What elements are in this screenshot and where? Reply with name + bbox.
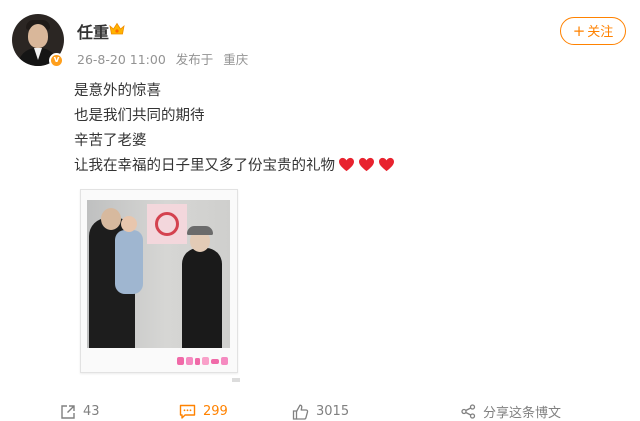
username[interactable]: 任重 (77, 19, 109, 43)
follow-label: 关注 (587, 25, 614, 40)
post-line-last: 让我在幸福的日子里又多了份宝贵的礼物 (74, 154, 395, 179)
photo-woman (182, 248, 222, 348)
location-prefix: 发布于 (175, 52, 214, 67)
frame-logo-icon (177, 357, 228, 365)
repost-count: 43 (83, 404, 100, 419)
post-image[interactable] (80, 189, 238, 373)
crown-icon (109, 22, 125, 35)
avatar-face (28, 24, 48, 48)
photo (87, 200, 230, 348)
verified-badge-icon: v (49, 53, 64, 68)
photo-man-head (101, 208, 121, 230)
comment-icon (179, 404, 196, 419)
comment-count: 299 (203, 404, 228, 419)
photo-cap (187, 226, 213, 235)
post-meta: 26-8-20 11:00 发布于 重庆 (77, 49, 254, 68)
heart-icon (339, 157, 354, 172)
like-count: 3015 (316, 404, 350, 419)
post-line: 辛苦了老婆 (74, 133, 147, 149)
post-line: 也是我们共同的期待 (74, 108, 205, 124)
share-button[interactable]: 分享这条博文 (461, 402, 561, 421)
post-text: 是意外的惊喜 也是我们共同的期待 辛苦了老婆 让我在幸福的日子里又多了份宝贵的礼… (74, 79, 395, 179)
comment-button[interactable]: 299 (179, 402, 228, 421)
post-time[interactable]: 26-8-20 11:00 (77, 52, 166, 67)
post-line-text: 让我在幸福的日子里又多了份宝贵的礼物 (74, 158, 335, 174)
photo-child-head (121, 216, 137, 232)
weibo-post: v 任重 26-8-20 11:00 发布于 重庆 + 关注 是意外的惊喜 也是我… (0, 0, 640, 421)
heart-icon (359, 157, 374, 172)
action-bar: 43 299 3015 分享这条博文 (0, 402, 640, 421)
ultrasound-screen (147, 204, 187, 244)
share-label: 分享这条博文 (483, 406, 562, 421)
share-icon (461, 404, 476, 419)
like-button[interactable]: 3015 (292, 402, 349, 421)
post-location: 重庆 (223, 52, 249, 67)
plus-icon: + (572, 22, 586, 40)
photo-child (115, 230, 143, 294)
repost-icon (61, 404, 75, 419)
image-expand-icon (232, 378, 240, 382)
thumbs-up-icon (292, 404, 309, 420)
follow-button[interactable]: + 关注 (560, 17, 626, 45)
post-line: 是意外的惊喜 (74, 83, 161, 99)
heart-icon (379, 157, 394, 172)
repost-button[interactable]: 43 (60, 402, 100, 421)
